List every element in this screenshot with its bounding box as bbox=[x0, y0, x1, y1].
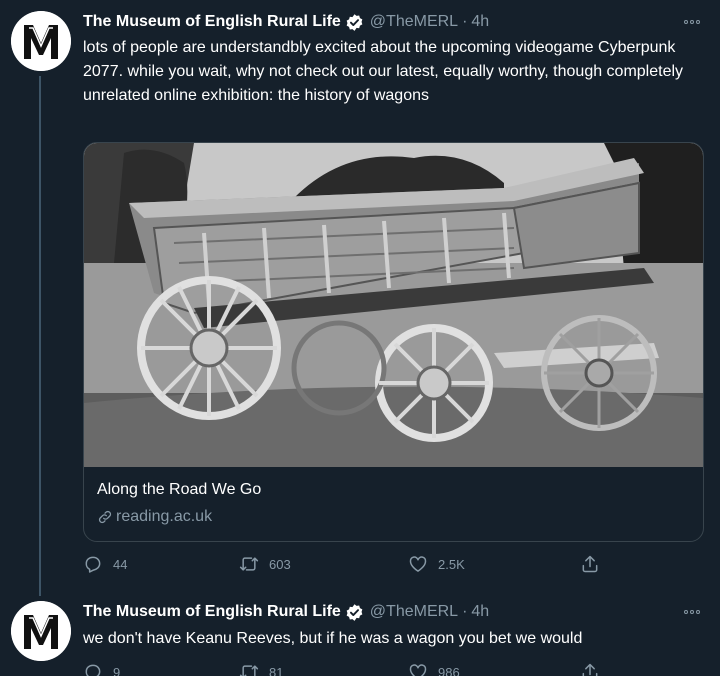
retweet-button[interactable]: 603 bbox=[239, 554, 291, 574]
heart-icon bbox=[409, 556, 427, 572]
avatar[interactable] bbox=[11, 11, 71, 71]
link-icon bbox=[98, 510, 112, 524]
tweet-text: lots of people are understandbly excited… bbox=[83, 39, 684, 104]
tweet-actions: 9 81 986 bbox=[83, 662, 643, 676]
more-options-icon[interactable] bbox=[680, 12, 704, 32]
reply-count: 9 bbox=[113, 664, 121, 676]
merl-logo-icon bbox=[11, 11, 71, 71]
share-icon bbox=[582, 663, 598, 676]
more-options-icon[interactable] bbox=[680, 602, 704, 622]
card-domain[interactable]: reading.ac.uk bbox=[97, 508, 212, 526]
merl-logo-icon bbox=[11, 601, 71, 661]
reply-count: 44 bbox=[113, 556, 128, 572]
reply-button[interactable]: 9 bbox=[83, 662, 120, 676]
author-handle[interactable]: @TheMERL bbox=[370, 603, 458, 621]
verified-badge-icon bbox=[345, 603, 364, 622]
share-button[interactable] bbox=[580, 662, 600, 676]
like-button[interactable]: 2.5K bbox=[408, 554, 465, 574]
retweet-count: 603 bbox=[269, 556, 291, 572]
heart-icon bbox=[409, 664, 427, 676]
card-title[interactable]: Along the Road We Go bbox=[97, 481, 261, 499]
retweet-count: 81 bbox=[269, 664, 284, 676]
timestamp[interactable]: 4h bbox=[471, 603, 489, 621]
tweet-header: The Museum of English Rural Life @TheMER… bbox=[83, 10, 489, 34]
separator-dot: · bbox=[462, 603, 468, 620]
like-count: 986 bbox=[438, 664, 460, 676]
retweet-icon bbox=[239, 557, 259, 571]
thread-line bbox=[39, 76, 41, 596]
verified-badge-icon bbox=[345, 13, 364, 32]
author-name[interactable]: The Museum of English Rural Life bbox=[83, 603, 341, 621]
author-name[interactable]: The Museum of English Rural Life bbox=[83, 13, 341, 31]
card-image[interactable] bbox=[84, 143, 703, 467]
retweet-button[interactable]: 81 bbox=[239, 662, 283, 676]
like-count: 2.5K bbox=[438, 556, 465, 572]
tweet-actions: 44 603 2.5K bbox=[83, 554, 643, 580]
reply-icon bbox=[85, 556, 101, 573]
reply-button[interactable]: 44 bbox=[83, 554, 127, 574]
tweet-text: we don't have Keanu Reeves, but if he wa… bbox=[83, 630, 583, 647]
avatar[interactable] bbox=[11, 601, 71, 661]
card-domain-text: reading.ac.uk bbox=[116, 508, 213, 525]
share-icon bbox=[582, 555, 598, 573]
tweet-header: The Museum of English Rural Life @TheMER… bbox=[83, 600, 489, 624]
share-button[interactable] bbox=[580, 554, 600, 574]
separator-dot: · bbox=[462, 13, 468, 30]
timestamp[interactable]: 4h bbox=[471, 13, 489, 31]
author-handle[interactable]: @TheMERL bbox=[370, 13, 458, 31]
wagon-photo bbox=[84, 143, 703, 467]
reply-icon bbox=[85, 664, 101, 676]
tweet[interactable]: The Museum of English Rural Life @TheMER… bbox=[0, 0, 720, 600]
retweet-icon bbox=[239, 665, 259, 676]
link-card[interactable]: Along the Road We Go reading.ac.uk bbox=[83, 142, 704, 542]
like-button[interactable]: 986 bbox=[408, 662, 460, 676]
